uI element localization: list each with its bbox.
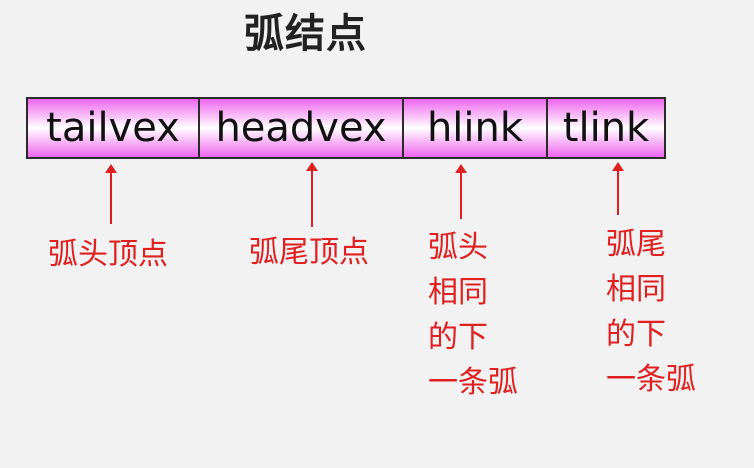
- field-headvex: headvex: [200, 99, 404, 157]
- note-hlink-line-2: 相同: [428, 275, 488, 310]
- arrow-headvex: [306, 162, 318, 227]
- note-hlink-line-1: 弧头: [428, 230, 488, 265]
- note-hlink-line-4: 一条弧: [428, 365, 518, 400]
- note-tlink-line-3: 的下: [606, 317, 666, 352]
- arc-node-structure: tailvex headvex hlink tlink: [26, 97, 666, 159]
- field-tailvex: tailvex: [28, 99, 200, 157]
- arrow-tlink: [612, 162, 624, 215]
- note-tailvex: 弧头顶点: [48, 237, 168, 272]
- note-headvex: 弧尾顶点: [249, 235, 369, 270]
- note-hlink: 弧头 相同 的下 一条弧: [428, 225, 518, 405]
- note-tlink-line-1: 弧尾: [606, 227, 666, 262]
- arrow-hlink: [455, 164, 467, 219]
- diagram-title: 弧结点: [244, 11, 367, 57]
- note-tlink-line-2: 相同: [606, 272, 666, 307]
- field-tlink: tlink: [548, 99, 664, 157]
- field-hlink: hlink: [404, 99, 548, 157]
- note-tlink: 弧尾 相同 的下 一条弧: [606, 222, 696, 402]
- arrow-tailvex: [105, 164, 117, 224]
- note-hlink-line-3: 的下: [428, 320, 488, 355]
- note-tlink-line-4: 一条弧: [606, 362, 696, 397]
